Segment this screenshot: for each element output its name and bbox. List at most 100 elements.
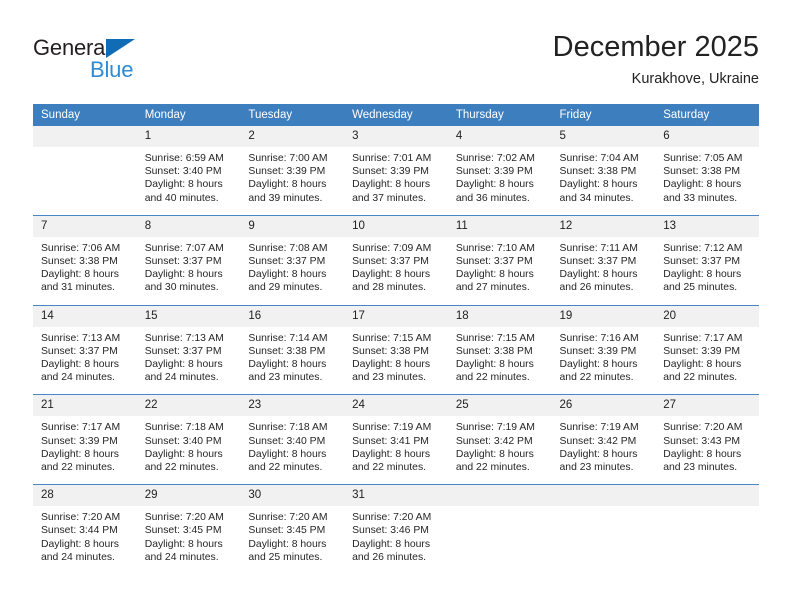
- daylight-text: Daylight: 8 hours: [248, 538, 327, 550]
- sunset-text: Sunset: 3:39 PM: [248, 166, 326, 178]
- daylight-text: Daylight: 8 hours: [455, 179, 534, 191]
- page-title: December 2025: [552, 31, 759, 63]
- calendar-day-cell[interactable]: 10 Sunrise: 7:09 AM Sunset: 3:37 PM Dayligh…: [344, 214, 448, 306]
- general-blue-logo[interactable]: General Blue: [33, 36, 163, 86]
- day-details: Sunrise: 7:20 AM Sunset: 3:44 PM Daylight:…: [33, 506, 137, 574]
- logo-text-blue: Blue: [90, 57, 134, 82]
- daylight-text-cont: and 33 minutes.: [663, 192, 738, 204]
- daylight-text: Daylight: 8 hours: [144, 448, 223, 460]
- daylight-text: Daylight: 8 hours: [559, 359, 638, 371]
- calendar-day-cell[interactable]: 3 Sunrise: 7:01 AM Sunset: 3:39 PM Daylight…: [344, 126, 448, 216]
- calendar-day-cell[interactable]: 12 Sunrise: 7:11 AM Sunset: 3:37 PM Dayligh…: [551, 214, 656, 306]
- day-number: 14: [33, 305, 137, 327]
- daylight-text: Daylight: 8 hours: [41, 359, 119, 371]
- triangle-icon: [106, 39, 135, 58]
- calendar-day-cell[interactable]: 28 Sunrise: 7:20 AM Sunset: 3:44 PM Dayligh…: [33, 484, 137, 575]
- calendar-day-cell[interactable]: 23 Sunrise: 7:18 AM Sunset: 3:40 PM Dayligh…: [240, 394, 345, 485]
- sunrise-text: Sunrise: 7:18 AM: [248, 422, 328, 434]
- daylight-text-cont: and 25 minutes.: [663, 282, 738, 294]
- day-details: Sunrise: 7:17 AM Sunset: 3:39 PM Daylight:…: [33, 416, 137, 484]
- calendar-week-row: 1 Sunrise: 6:59 AM Sunset: 3:40 PM Daylight…: [33, 126, 759, 216]
- sunrise-text: Sunrise: 7:13 AM: [41, 332, 121, 344]
- calendar-day-cell[interactable]: 16 Sunrise: 7:14 AM Sunset: 3:38 PM Dayligh…: [240, 304, 345, 395]
- sunrise-text: Sunrise: 7:17 AM: [663, 332, 743, 344]
- sunset-text: Sunset: 3:38 PM: [663, 166, 741, 178]
- calendar-day-cell[interactable]: 20 Sunrise: 7:17 AM Sunset: 3:39 PM Dayligh…: [655, 304, 759, 395]
- calendar-day-cell[interactable]: 29 Sunrise: 7:20 AM Sunset: 3:45 PM Dayligh…: [136, 484, 241, 575]
- calendar-day-cell[interactable]: 8 Sunrise: 7:07 AM Sunset: 3:37 PM Daylight…: [136, 214, 241, 306]
- daylight-text: Daylight: 8 hours: [663, 359, 742, 371]
- daylight-text-cont: and 23 minutes.: [663, 462, 738, 474]
- calendar-day-cell[interactable]: 24 Sunrise: 7:19 AM Sunset: 3:41 PM Dayligh…: [344, 394, 448, 485]
- weekday-header-cell: Tuesday: [240, 104, 345, 126]
- day-number: 24: [344, 395, 448, 417]
- calendar-day-cell-empty: [551, 484, 656, 575]
- daylight-text: Daylight: 8 hours: [41, 269, 119, 281]
- calendar-day-cell[interactable]: 14 Sunrise: 7:13 AM Sunset: 3:37 PM Dayligh…: [33, 304, 137, 395]
- day-number: 19: [551, 305, 656, 327]
- sunrise-text: Sunrise: 7:16 AM: [559, 332, 639, 344]
- day-number: 26: [551, 395, 656, 417]
- calendar-day-cell[interactable]: 2 Sunrise: 7:00 AM Sunset: 3:39 PM Daylight…: [240, 126, 345, 216]
- calendar-day-cell[interactable]: 25 Sunrise: 7:19 AM Sunset: 3:42 PM Dayligh…: [447, 394, 552, 485]
- sunrise-text: Sunrise: 7:20 AM: [248, 512, 328, 524]
- daylight-text: Daylight: 8 hours: [663, 448, 742, 460]
- day-details: Sunrise: 7:06 AM Sunset: 3:38 PM Daylight:…: [33, 237, 137, 305]
- sunset-text: Sunset: 3:44 PM: [41, 525, 118, 537]
- calendar-day-cell[interactable]: 26 Sunrise: 7:19 AM Sunset: 3:42 PM Dayligh…: [551, 394, 656, 485]
- sunset-text: Sunset: 3:46 PM: [352, 525, 429, 537]
- calendar-day-cell[interactable]: 21 Sunrise: 7:17 AM Sunset: 3:39 PM Dayligh…: [33, 394, 137, 485]
- sunrise-text: Sunrise: 7:18 AM: [144, 422, 224, 434]
- calendar-day-cell[interactable]: 9 Sunrise: 7:08 AM Sunset: 3:37 PM Daylight…: [240, 214, 345, 306]
- calendar-day-cell[interactable]: 18 Sunrise: 7:15 AM Sunset: 3:38 PM Dayligh…: [447, 304, 552, 395]
- sunrise-text: Sunrise: 7:19 AM: [455, 422, 535, 434]
- daylight-text-cont: and 25 minutes.: [248, 551, 323, 563]
- calendar-day-cell[interactable]: 22 Sunrise: 7:18 AM Sunset: 3:40 PM Dayligh…: [136, 394, 241, 485]
- sunrise-text: Sunrise: 7:19 AM: [559, 422, 639, 434]
- day-details: Sunrise: 7:20 AM Sunset: 3:45 PM Daylight:…: [240, 506, 344, 574]
- sunrise-text: Sunrise: 7:04 AM: [559, 153, 639, 164]
- day-details: Sunrise: 7:15 AM Sunset: 3:38 PM Daylight:…: [448, 327, 552, 395]
- day-details: Sunrise: 7:20 AM Sunset: 3:43 PM Daylight:…: [655, 416, 759, 484]
- daylight-text: Daylight: 8 hours: [352, 359, 431, 371]
- calendar-day-cell[interactable]: 17 Sunrise: 7:15 AM Sunset: 3:38 PM Dayligh…: [344, 304, 448, 395]
- sunset-text: Sunset: 3:39 PM: [663, 345, 741, 357]
- weekday-header: Sunday Monday Tuesday Wednesday Thursday Frid…: [33, 104, 759, 126]
- sunrise-text: Sunrise: 7:09 AM: [352, 242, 432, 254]
- calendar-day-cell[interactable]: 31 Sunrise: 7:20 AM Sunset: 3:46 PM Dayligh…: [344, 484, 448, 575]
- weekday-header-cell: Wednesday: [344, 104, 448, 126]
- sunset-text: Sunset: 3:45 PM: [144, 525, 222, 537]
- day-details: Sunrise: 7:05 AM Sunset: 3:38 PM Daylight:…: [655, 147, 759, 215]
- calendar-day-cell[interactable]: 13 Sunrise: 7:12 AM Sunset: 3:37 PM Dayligh…: [655, 214, 759, 306]
- calendar-day-cell[interactable]: 5 Sunrise: 7:04 AM Sunset: 3:38 PM Daylight…: [551, 126, 656, 216]
- day-details: Sunrise: 7:10 AM Sunset: 3:37 PM Daylight:…: [448, 237, 552, 305]
- sunrise-text: Sunrise: 7:02 AM: [455, 153, 535, 164]
- calendar-day-cell-empty: [655, 484, 759, 575]
- sunset-text: Sunset: 3:42 PM: [455, 435, 533, 447]
- calendar-day-cell[interactable]: 6 Sunrise: 7:05 AM Sunset: 3:38 PM Daylight…: [655, 126, 759, 216]
- day-number: 31: [344, 485, 448, 507]
- calendar-day-cell[interactable]: 11 Sunrise: 7:10 AM Sunset: 3:37 PM Dayligh…: [447, 214, 552, 306]
- daylight-text: Daylight: 8 hours: [455, 269, 534, 281]
- sunset-text: Sunset: 3:37 PM: [663, 256, 741, 268]
- sunrise-text: Sunrise: 7:11 AM: [559, 242, 638, 254]
- calendar-day-cell[interactable]: 7 Sunrise: 7:06 AM Sunset: 3:38 PM Daylight…: [33, 214, 137, 306]
- calendar-day-cell[interactable]: 30 Sunrise: 7:20 AM Sunset: 3:45 PM Dayligh…: [240, 484, 345, 575]
- calendar-day-cell[interactable]: 15 Sunrise: 7:13 AM Sunset: 3:37 PM Dayligh…: [136, 304, 241, 395]
- calendar-day-cell[interactable]: 27 Sunrise: 7:20 AM Sunset: 3:43 PM Dayligh…: [655, 394, 759, 485]
- day-details: Sunrise: 7:19 AM Sunset: 3:41 PM Daylight:…: [344, 416, 448, 484]
- daylight-text-cont: and 22 minutes.: [248, 462, 323, 474]
- day-details: [655, 506, 759, 563]
- sunrise-text: Sunrise: 7:06 AM: [41, 242, 121, 254]
- calendar-day-cell[interactable]: 4 Sunrise: 7:02 AM Sunset: 3:39 PM Daylight…: [447, 126, 552, 216]
- sunrise-text: Sunrise: 7:12 AM: [663, 242, 743, 254]
- day-number: 4: [447, 126, 552, 147]
- day-details: Sunrise: 7:14 AM Sunset: 3:38 PM Daylight:…: [240, 327, 344, 395]
- day-details: Sunrise: 7:19 AM Sunset: 3:42 PM Daylight:…: [448, 416, 552, 484]
- daylight-text-cont: and 30 minutes.: [144, 282, 219, 294]
- calendar-day-cell[interactable]: 19 Sunrise: 7:16 AM Sunset: 3:39 PM Dayligh…: [551, 304, 656, 395]
- day-number: 1: [136, 126, 241, 147]
- day-number: 10: [344, 215, 448, 237]
- page-header: General Blue December 2025 Kurakhove, Uk…: [0, 0, 792, 100]
- calendar-day-cell[interactable]: 1 Sunrise: 6:59 AM Sunset: 3:40 PM Daylight…: [136, 126, 241, 216]
